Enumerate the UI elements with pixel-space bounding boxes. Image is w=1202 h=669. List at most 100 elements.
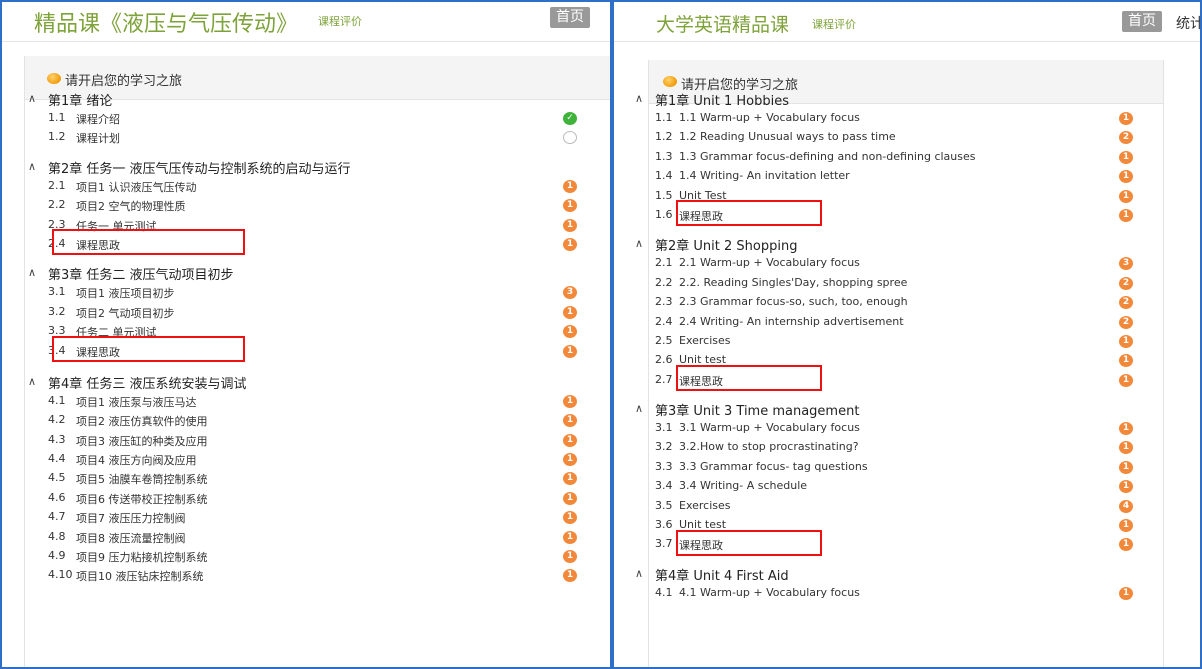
chapter-header[interactable]: ∧ 第1章 Unit 1 Hobbies [614, 90, 1200, 109]
lesson-title: 项目5 油膜车卷筒控制系统 [76, 473, 208, 487]
home-button[interactable]: 首页 [1122, 11, 1162, 32]
lesson-title: 任务二 单元测试 [76, 326, 157, 340]
lesson-number: 4.1 [655, 585, 673, 599]
lesson-number: 1.1 [655, 111, 673, 124]
chevron-up-icon[interactable]: ∧ [635, 92, 643, 105]
lesson-title: 1.1 Warm-up + Vocabulary focus [679, 111, 860, 124]
task-count-badge: 1 [1119, 441, 1133, 455]
lesson-item[interactable]: 3.4 课程思政 1 [2, 342, 610, 361]
lesson-item[interactable]: 2.3 2.3 Grammar focus-so, such, too, enou… [614, 293, 1200, 312]
chevron-up-icon[interactable]: ∧ [28, 160, 36, 173]
lesson-title: 项目6 传送带校正控制系统 [76, 492, 208, 506]
statistics-link[interactable]: 统计 [1176, 13, 1200, 33]
lesson-number: 2.6 [655, 353, 673, 367]
lesson-item[interactable]: 3.1 3.1 Warm-up + Vocabulary focus 1 [614, 419, 1200, 438]
lesson-item[interactable]: 1.2 1.2 Reading Unusual ways to pass time… [614, 128, 1200, 147]
lesson-item[interactable]: 4.5 项目5 油膜车卷筒控制系统 1 [2, 469, 610, 488]
task-count-badge: 3 [563, 286, 577, 300]
chapter-header[interactable]: ∧ 第3章 Unit 3 Time management [614, 400, 1200, 419]
task-count-badge: 1 [1119, 112, 1133, 125]
lesson-item[interactable]: 1.4 1.4 Writing- An invitation letter 1 [614, 167, 1200, 186]
task-count-badge: 1 [563, 394, 577, 408]
lesson-item[interactable]: 2.2 项目2 空气的物理性质 1 [2, 196, 610, 215]
checkmark-icon: ✓ [563, 112, 577, 125]
lesson-item[interactable]: 1.1 课程介绍 ✓ [2, 109, 610, 128]
lesson-item[interactable]: 2.2 2.2. Reading Singles'Day, shopping sp… [614, 274, 1200, 293]
task-count-badge: 1 [563, 472, 577, 486]
task-count-badge: 1 [1119, 373, 1133, 387]
lesson-number: 1.5 [655, 188, 673, 202]
lesson-number: 4.9 [48, 549, 66, 563]
lesson-number: 3.5 [655, 498, 673, 512]
lesson-item[interactable]: 3.4 3.4 Writing- A schedule 1 [614, 477, 1200, 496]
lesson-item[interactable]: 4.7 项目7 液压压力控制阀 1 [2, 508, 610, 527]
lesson-number: 4.3 [48, 432, 66, 446]
lesson-item[interactable]: 1.1 1.1 Warm-up + Vocabulary focus 1 [614, 109, 1200, 128]
lesson-item[interactable]: 3.7 课程思政 1 [614, 535, 1200, 554]
chapter-header[interactable]: ∧ 第2章 Unit 2 Shopping [614, 235, 1200, 254]
lesson-item[interactable]: 2.1 2.1 Warm-up + Vocabulary focus 3 [614, 254, 1200, 273]
lesson-item[interactable]: 2.4 课程思政 1 [2, 235, 610, 254]
task-count-badge: 1 [1119, 208, 1133, 222]
lesson-item[interactable]: 2.7 课程思政 1 [614, 371, 1200, 390]
lesson-item[interactable]: 3.5 Exercises 4 [614, 497, 1200, 516]
lesson-number: 2.3 [48, 217, 66, 231]
lesson-item[interactable]: 4.4 项目4 液压方向阀及应用 1 [2, 450, 610, 469]
chevron-up-icon[interactable]: ∧ [28, 375, 36, 388]
lesson-item[interactable]: 4.3 项目3 液压缸的种类及应用 1 [2, 431, 610, 450]
task-count-badge: 1 [563, 325, 577, 339]
lesson-item[interactable]: 2.4 2.4 Writing- An internship advertisem… [614, 313, 1200, 332]
lesson-item[interactable]: 4.2 项目2 液压仿真软件的使用 1 [2, 411, 610, 430]
lesson-title: 1.4 Writing- An invitation letter [679, 169, 850, 183]
lesson-item[interactable]: 4.9 项目9 压力粘接机控制系统 1 [2, 547, 610, 566]
chapter-header[interactable]: ∧ 第4章 任务三 液压系统安装与调试 [2, 373, 610, 392]
chevron-up-icon[interactable]: ∧ [28, 92, 36, 105]
task-count-badge: 1 [1119, 480, 1133, 494]
lesson-item[interactable]: 1.2 课程计划 [2, 128, 610, 147]
lesson-item[interactable]: 3.3 3.3 Grammar focus- tag questions 1 [614, 458, 1200, 477]
lesson-item[interactable]: 2.1 项目1 认识液压气压传动 1 [2, 177, 610, 196]
lesson-number: 1.2 [655, 130, 673, 144]
task-count-badge: 1 [1119, 538, 1133, 552]
lesson-number: 3.4 [655, 479, 673, 493]
task-count-badge: 2 [1119, 131, 1133, 145]
home-button[interactable]: 首页 [550, 7, 590, 28]
chevron-up-icon[interactable]: ∧ [635, 237, 643, 250]
lesson-title: 项目10 液压钻床控制系统 [76, 570, 204, 584]
lesson-item[interactable]: 3.2 项目2 气动项目初步 1 [2, 303, 610, 322]
lesson-number: 3.3 [48, 324, 66, 338]
course-evaluation-link[interactable]: 课程评价 [318, 13, 362, 29]
lesson-item[interactable]: 2.3 任务一 单元测试 1 [2, 216, 610, 235]
lesson-number: 2.3 [655, 295, 673, 309]
lesson-item[interactable]: 3.3 任务二 单元测试 1 [2, 322, 610, 341]
lesson-title: 项目1 认识液压气压传动 [76, 180, 197, 194]
lesson-title: 项目7 液压压力控制阀 [76, 512, 186, 526]
lesson-item[interactable]: 3.6 Unit test 1 [614, 516, 1200, 535]
chapter-header[interactable]: ∧ 第4章 Unit 4 First Aid [614, 565, 1200, 584]
chapter-header[interactable]: ∧ 第1章 绪论 [2, 90, 610, 109]
task-count-badge: 1 [563, 218, 577, 232]
chevron-up-icon[interactable]: ∧ [635, 567, 643, 580]
course-evaluation-link[interactable]: 课程评价 [812, 16, 856, 32]
journey-prompt: 请开启您的学习之旅 [65, 74, 183, 89]
lesson-item[interactable]: 3.2 3.2.How to stop procrastinating? 1 [614, 438, 1200, 457]
chevron-up-icon[interactable]: ∧ [635, 402, 643, 415]
lesson-title: 项目4 液压方向阀及应用 [76, 454, 197, 468]
lesson-item[interactable]: 4.8 项目8 液压流量控制阀 1 [2, 528, 610, 547]
lesson-item[interactable]: 2.5 Exercises 1 [614, 332, 1200, 351]
lesson-item[interactable]: 4.10 项目10 液压钻床控制系统 1 [2, 566, 610, 585]
lesson-item[interactable]: 3.1 项目1 液压项目初步 3 [2, 283, 610, 302]
chapter-header[interactable]: ∧ 第2章 任务一 液压气压传动与控制系统的启动与运行 [2, 158, 610, 177]
chapter-header[interactable]: ∧ 第3章 任务二 液压气动项目初步 [2, 264, 610, 283]
lesson-item[interactable]: 1.6 课程思政 1 [614, 206, 1200, 225]
chevron-up-icon[interactable]: ∧ [28, 266, 36, 279]
lesson-item[interactable]: 2.6 Unit test 1 [614, 351, 1200, 370]
lesson-item[interactable]: 1.3 1.3 Grammar focus-defining and non-de… [614, 148, 1200, 167]
lesson-item[interactable]: 1.5 Unit Test 1 [614, 187, 1200, 206]
lesson-title: 2.2. Reading Singles'Day, shopping spree [679, 275, 908, 289]
lesson-number: 4.6 [48, 490, 66, 504]
lesson-item[interactable]: 4.6 项目6 传送带校正控制系统 1 [2, 489, 610, 508]
lesson-number: 3.2 [655, 440, 673, 454]
lesson-item[interactable]: 4.1 4.1 Warm-up + Vocabulary focus 1 [614, 584, 1200, 603]
lesson-item[interactable]: 4.1 项目1 液压泵与液压马达 1 [2, 392, 610, 411]
